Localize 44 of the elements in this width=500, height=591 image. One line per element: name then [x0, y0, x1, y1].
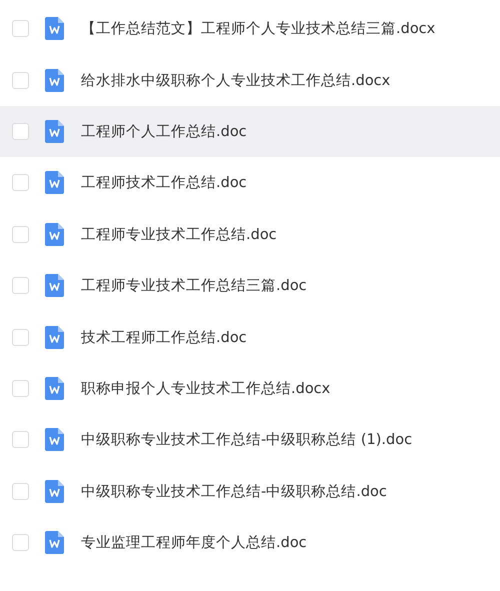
checkbox[interactable]	[12, 380, 29, 397]
checkbox[interactable]	[12, 431, 29, 448]
document-icon	[45, 376, 64, 400]
document-icon	[45, 171, 64, 194]
checkbox[interactable]	[12, 72, 29, 89]
file-name: 中级职称专业技术工作总结-中级职称总结.doc	[81, 482, 387, 501]
document-icon	[45, 428, 64, 452]
checkbox[interactable]	[12, 277, 29, 294]
document-icon	[45, 68, 64, 92]
file-name: 工程师个人工作总结.doc	[81, 122, 247, 141]
checkbox[interactable]	[12, 20, 29, 38]
file-row[interactable]: 【工作总结范文】工程师个人专业技术总结三篇.docx	[0, 3, 500, 54]
file-row[interactable]: 工程师技术工作总结.doc	[0, 157, 500, 209]
file-name: 工程师专业技术工作总结.doc	[81, 226, 277, 244]
checkbox[interactable]	[12, 534, 29, 552]
file-row[interactable]: 中级职称专业技术工作总结-中级职称总结 (1).doc	[0, 414, 500, 466]
document-icon	[45, 17, 64, 40]
file-name: 工程师技术工作总结.doc	[81, 174, 247, 192]
file-row[interactable]: 专业监理工程师年度个人总结.doc	[0, 516, 500, 568]
document-icon	[45, 274, 64, 298]
document-icon	[45, 531, 64, 554]
file-name: 给水排水中级职称个人专业技术工作总结.docx	[81, 72, 390, 90]
checkbox[interactable]	[12, 226, 29, 243]
file-name: 专业监理工程师年度个人总结.doc	[81, 534, 307, 552]
file-name: 技术工程师工作总结.doc	[81, 328, 247, 347]
file-row[interactable]: 工程师专业技术工作总结.doc	[0, 208, 500, 260]
file-row[interactable]: 职称申报个人专业技术工作总结.docx	[0, 362, 500, 414]
file-name: 职称申报个人专业技术工作总结.docx	[81, 380, 330, 398]
document-icon	[45, 326, 64, 349]
document-icon	[45, 222, 64, 246]
checkbox[interactable]	[12, 122, 29, 140]
checkbox[interactable]	[12, 174, 29, 192]
document-icon	[45, 120, 64, 143]
checkbox[interactable]	[12, 328, 29, 346]
file-row[interactable]: 工程师个人工作总结.doc	[0, 106, 500, 158]
file-name: 工程师专业技术工作总结三篇.doc	[81, 277, 307, 296]
file-row[interactable]: 技术工程师工作总结.doc	[0, 311, 500, 363]
file-row[interactable]: 工程师专业技术工作总结三篇.doc	[0, 260, 500, 312]
file-name: 【工作总结范文】工程师个人专业技术总结三篇.docx	[81, 20, 436, 38]
file-row[interactable]: 给水排水中级职称个人专业技术工作总结.docx	[0, 54, 500, 106]
checkbox[interactable]	[12, 482, 29, 500]
file-row[interactable]: 中级职称专业技术工作总结-中级职称总结.doc	[0, 466, 500, 517]
document-icon	[45, 480, 64, 503]
file-name: 中级职称专业技术工作总结-中级职称总结 (1).doc	[81, 431, 412, 450]
